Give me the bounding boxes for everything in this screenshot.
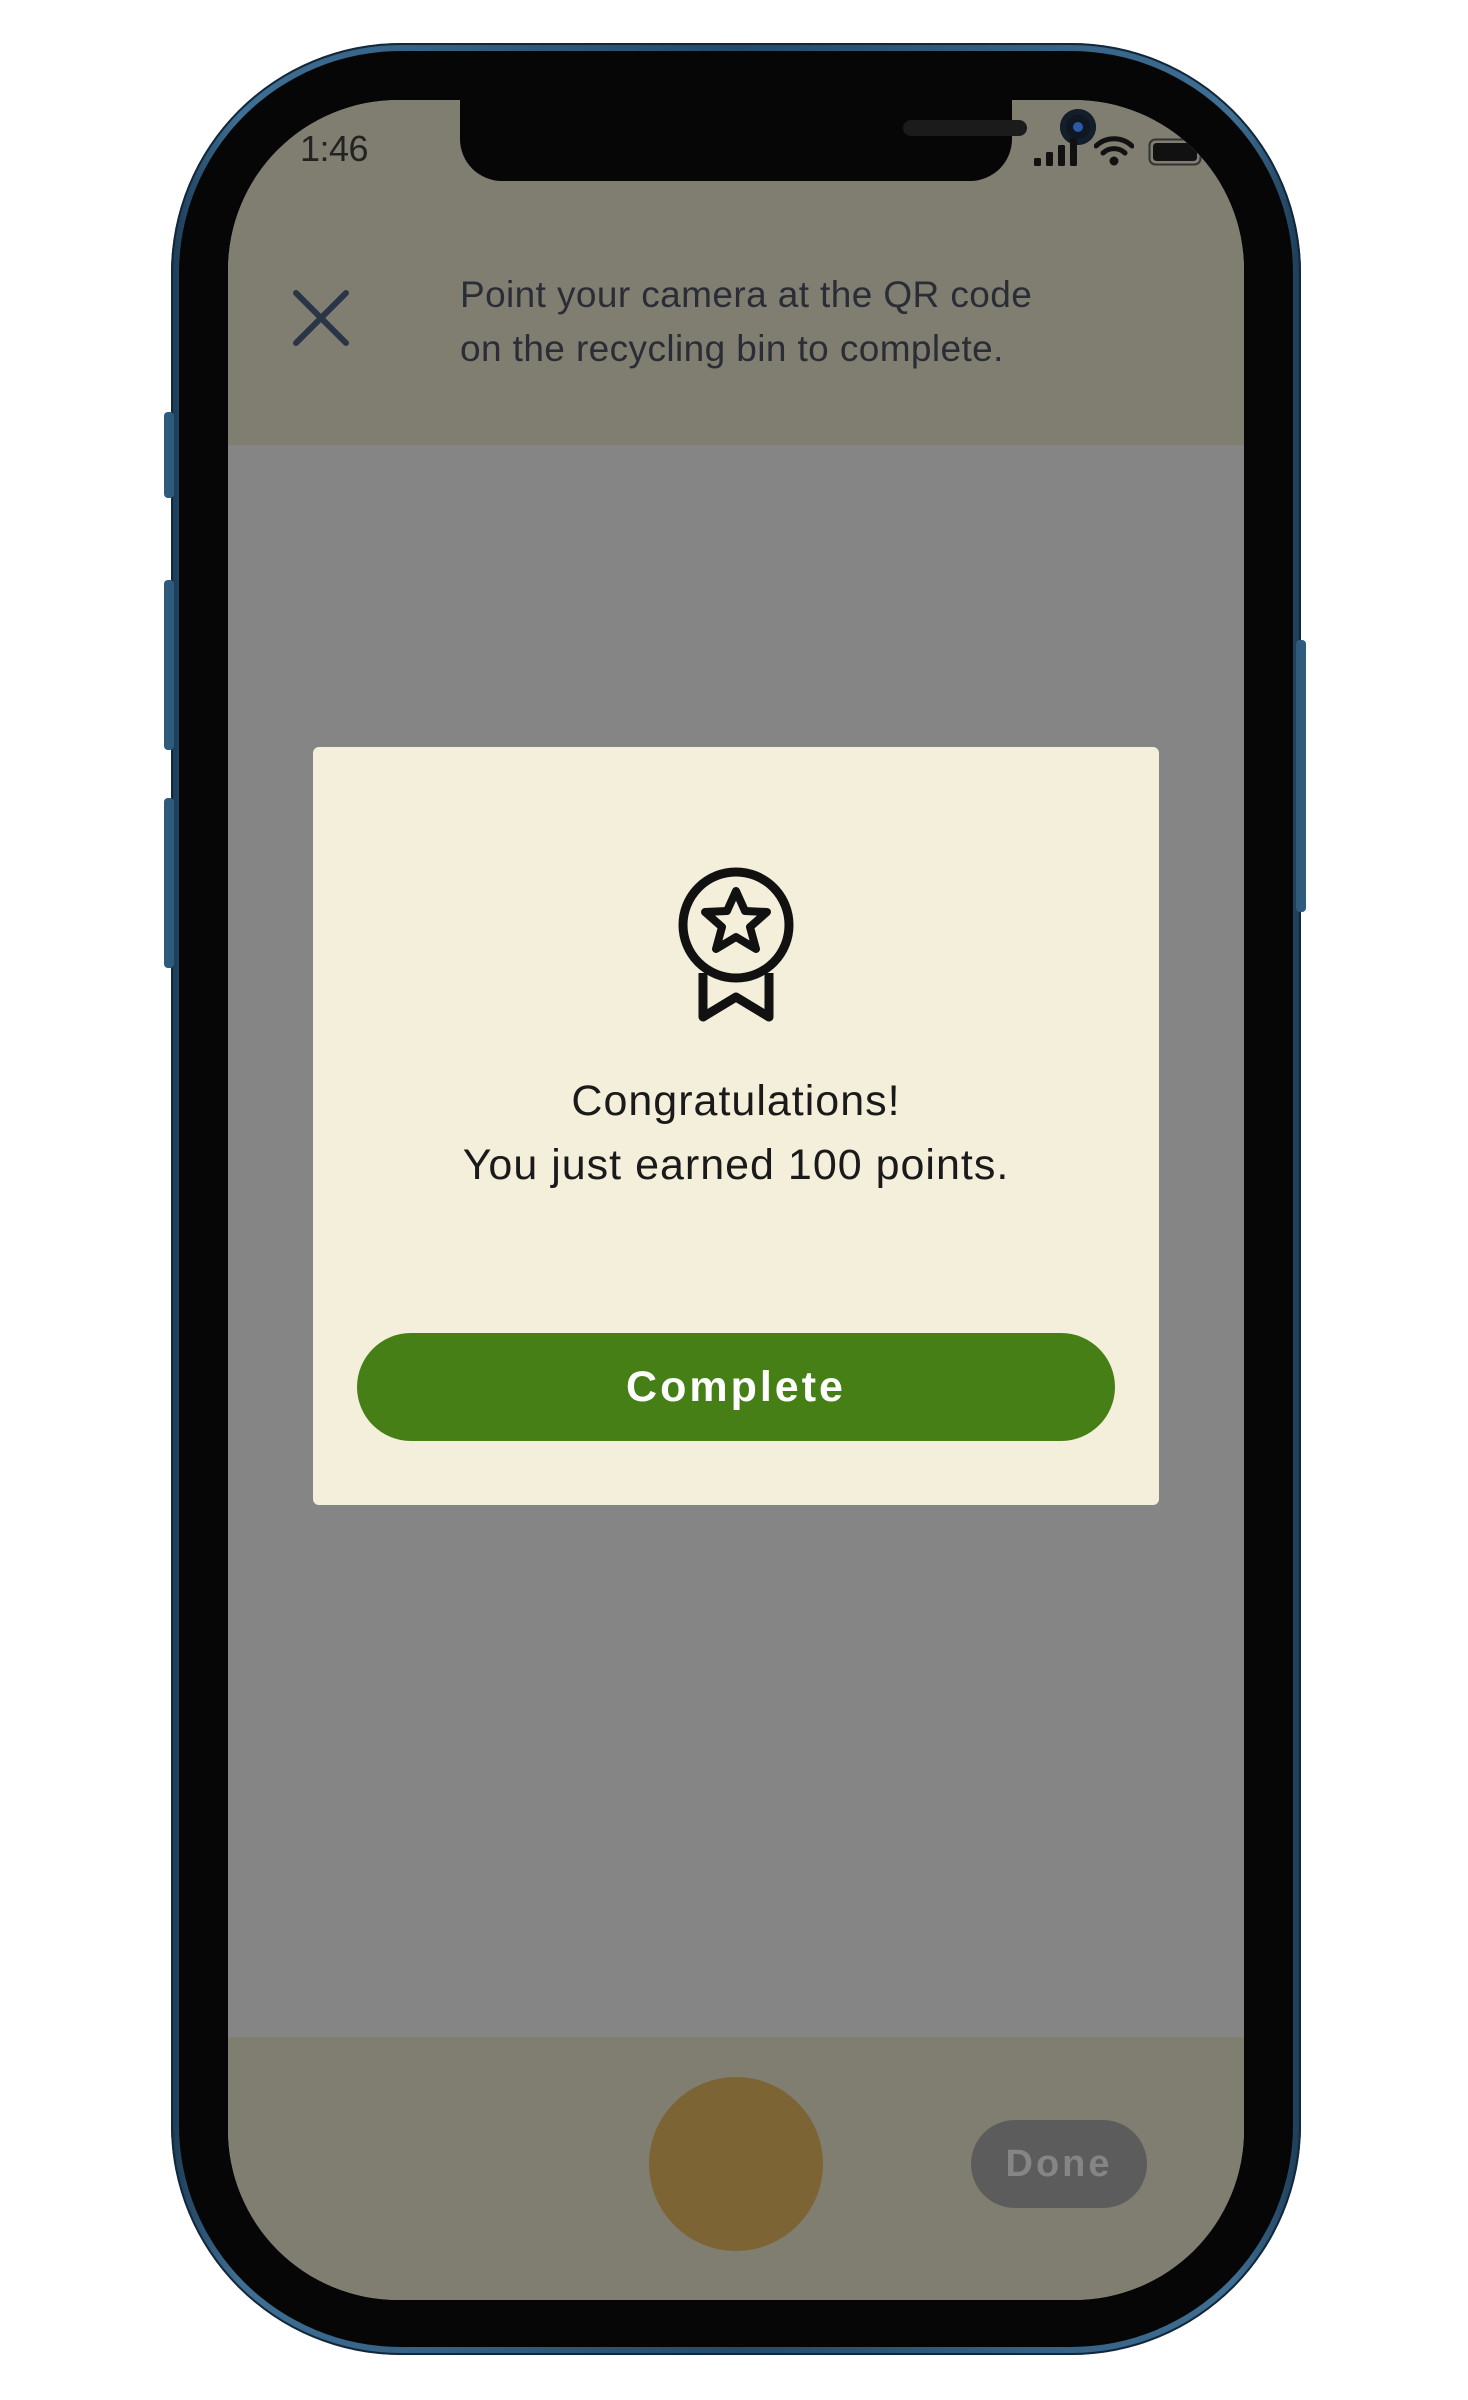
mute-switch [164, 412, 174, 498]
signal-icon [1034, 138, 1077, 166]
wifi-icon [1094, 136, 1134, 166]
congratulations-text: Congratulations! [571, 1077, 901, 1125]
stage: 1:46 Point your camera at the QR code on… [0, 0, 1468, 2400]
award-medal-icon [678, 867, 794, 1022]
instruction-line-1: Point your camera at the QR code [460, 274, 1033, 315]
status-time: 1:46 [300, 128, 369, 169]
status-icons [1034, 136, 1208, 166]
bottom-bar: Done [228, 2037, 1244, 2300]
notch [460, 100, 1096, 181]
speaker-grille [903, 120, 1027, 136]
top-bar: 1:46 Point your camera at the QR code on… [228, 100, 1244, 445]
battery-icon [1148, 138, 1207, 166]
instruction-line-2: on the recycling bin to complete. [460, 328, 1004, 369]
reward-modal: Congratulations! You just earned 100 poi… [313, 747, 1159, 1505]
shutter-button[interactable] [649, 2077, 823, 2251]
scan-instruction: Point your camera at the QR code on the … [460, 268, 1180, 376]
close-icon [293, 290, 349, 346]
complete-button[interactable]: Complete [357, 1333, 1115, 1441]
screen: 1:46 Point your camera at the QR code on… [228, 100, 1244, 2300]
points-earned-text: You just earned 100 points. [462, 1141, 1010, 1189]
close-button[interactable] [288, 285, 354, 351]
power-button [1296, 640, 1306, 912]
volume-down-button [164, 798, 174, 968]
volume-up-button [164, 580, 174, 750]
done-button[interactable]: Done [971, 2120, 1147, 2208]
